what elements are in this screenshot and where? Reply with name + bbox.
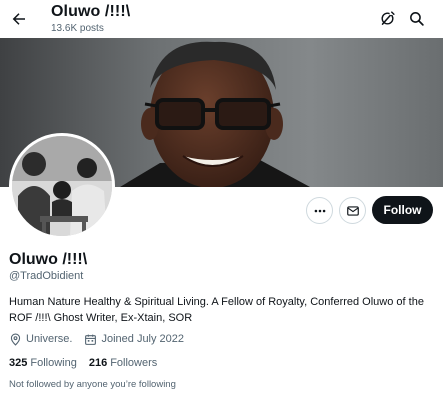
back-button[interactable] [6, 6, 32, 32]
follow-counts: 325 Following 216 Followers [9, 356, 157, 370]
followers-count: 216 [88, 357, 108, 369]
followers-link[interactable]: 216 Followers [89, 356, 157, 370]
message-icon [346, 205, 359, 216]
header-title-block: Oluwo /!!!\ 13.6K posts [51, 2, 130, 35]
avatar [12, 136, 112, 236]
following-link[interactable]: 325 Following [9, 356, 77, 370]
arrow-left-icon [12, 13, 25, 25]
joined-date: Joined July 2022 [101, 333, 185, 345]
location-icon [9, 333, 22, 346]
top-bar: Oluwo /!!!\ 13.6K posts [0, 0, 443, 38]
not-followed-note: Not followed by anyone you’re following [9, 379, 176, 390]
handle: @TradObidient [9, 270, 84, 282]
following-count: 325 [9, 357, 28, 369]
header-title: Oluwo /!!!\ [51, 3, 131, 20]
followers-label: Followers [110, 357, 158, 369]
message-button[interactable] [339, 197, 366, 224]
search-icon [409, 11, 424, 26]
avatar-photo [12, 136, 112, 236]
grok-icon [380, 10, 395, 25]
following-label: Following [30, 357, 77, 369]
more-button[interactable] [306, 197, 333, 224]
bio: Human Nature Healthy & Spiritual Living.… [9, 296, 424, 324]
profile-meta: Universe. Joined July 2022 [9, 332, 184, 346]
calendar-icon [84, 333, 97, 346]
post-count: 13.6K posts [51, 23, 104, 34]
avatar-frame[interactable] [9, 133, 115, 239]
more-icon [314, 209, 325, 212]
display-name: Oluwo /!!!\ [9, 251, 88, 268]
follow-button[interactable]: Follow [372, 196, 433, 224]
location-text: Universe. [26, 333, 73, 345]
search-button[interactable] [405, 7, 427, 29]
grok-button[interactable] [376, 7, 398, 29]
